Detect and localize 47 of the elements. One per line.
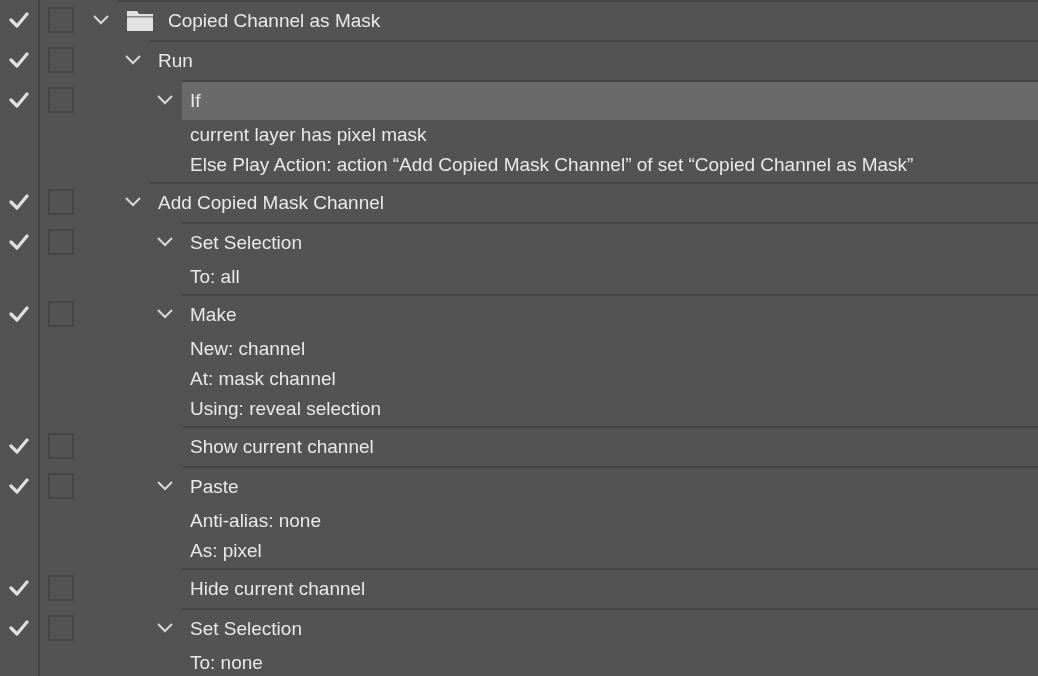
parameter-text: To: none	[190, 651, 263, 675]
chevron-icon[interactable]	[156, 94, 174, 106]
parameter-text: To: all	[190, 265, 240, 289]
action-label: If	[190, 88, 201, 113]
parameter-text: At: mask channel	[190, 367, 336, 391]
action-label: Copied Channel as Mask	[168, 8, 381, 33]
parameter-text: New: channel	[190, 337, 306, 361]
checkmark-icon[interactable]	[9, 92, 29, 108]
chevron-icon[interactable]	[124, 196, 142, 208]
action-row[interactable]: Paste	[182, 466, 1038, 506]
checkmark-icon[interactable]	[9, 438, 29, 454]
parameter-text: Else Play Action: action “Add Copied Mask Channel” of set “Copied Channel as Mask”	[190, 153, 914, 177]
action-label: Make	[190, 302, 237, 327]
parameter-text: Using: reveal selection	[190, 397, 382, 421]
checkmark-icon[interactable]	[9, 478, 29, 494]
checkmark-icon[interactable]	[9, 12, 29, 28]
checkmark-icon[interactable]	[9, 194, 29, 210]
folder-icon[interactable]	[126, 10, 154, 32]
action-label: Set Selection	[190, 230, 302, 255]
action-row[interactable]: Hide current channel	[182, 568, 1038, 608]
action-row[interactable]: If	[182, 80, 1038, 120]
chevron-icon[interactable]	[156, 236, 174, 248]
action-label: Paste	[190, 474, 239, 499]
action-label: Run	[158, 48, 193, 73]
checkmark-icon[interactable]	[9, 620, 29, 636]
action-label: Show current channel	[190, 434, 374, 459]
parameter-text: As: pixel	[190, 539, 262, 563]
action-row[interactable]: Show current channel	[182, 426, 1038, 466]
action-label: Set Selection	[190, 616, 302, 641]
action-row[interactable]: Copied Channel as Mask	[118, 0, 1038, 40]
action-row[interactable]: Set Selection	[182, 608, 1038, 648]
checkmark-icon[interactable]	[9, 234, 29, 250]
action-row[interactable]: Add Copied Mask Channel	[150, 182, 1038, 222]
action-row[interactable]: Set Selection	[182, 222, 1038, 262]
action-row[interactable]: Make	[182, 294, 1038, 334]
chevron-icon[interactable]	[124, 54, 142, 66]
checkmark-icon[interactable]	[9, 306, 29, 322]
checkmark-icon[interactable]	[9, 52, 29, 68]
parameter-text: Anti-alias: none	[190, 509, 321, 533]
action-label: Hide current channel	[190, 576, 366, 601]
action-label: Add Copied Mask Channel	[158, 190, 385, 215]
checkmark-icon[interactable]	[9, 580, 29, 596]
chevron-icon[interactable]	[156, 308, 174, 320]
chevron-icon[interactable]	[156, 480, 174, 492]
parameter-text: current layer has pixel mask	[190, 123, 427, 147]
chevron-icon[interactable]	[156, 622, 174, 634]
chevron-icon[interactable]	[92, 14, 110, 26]
